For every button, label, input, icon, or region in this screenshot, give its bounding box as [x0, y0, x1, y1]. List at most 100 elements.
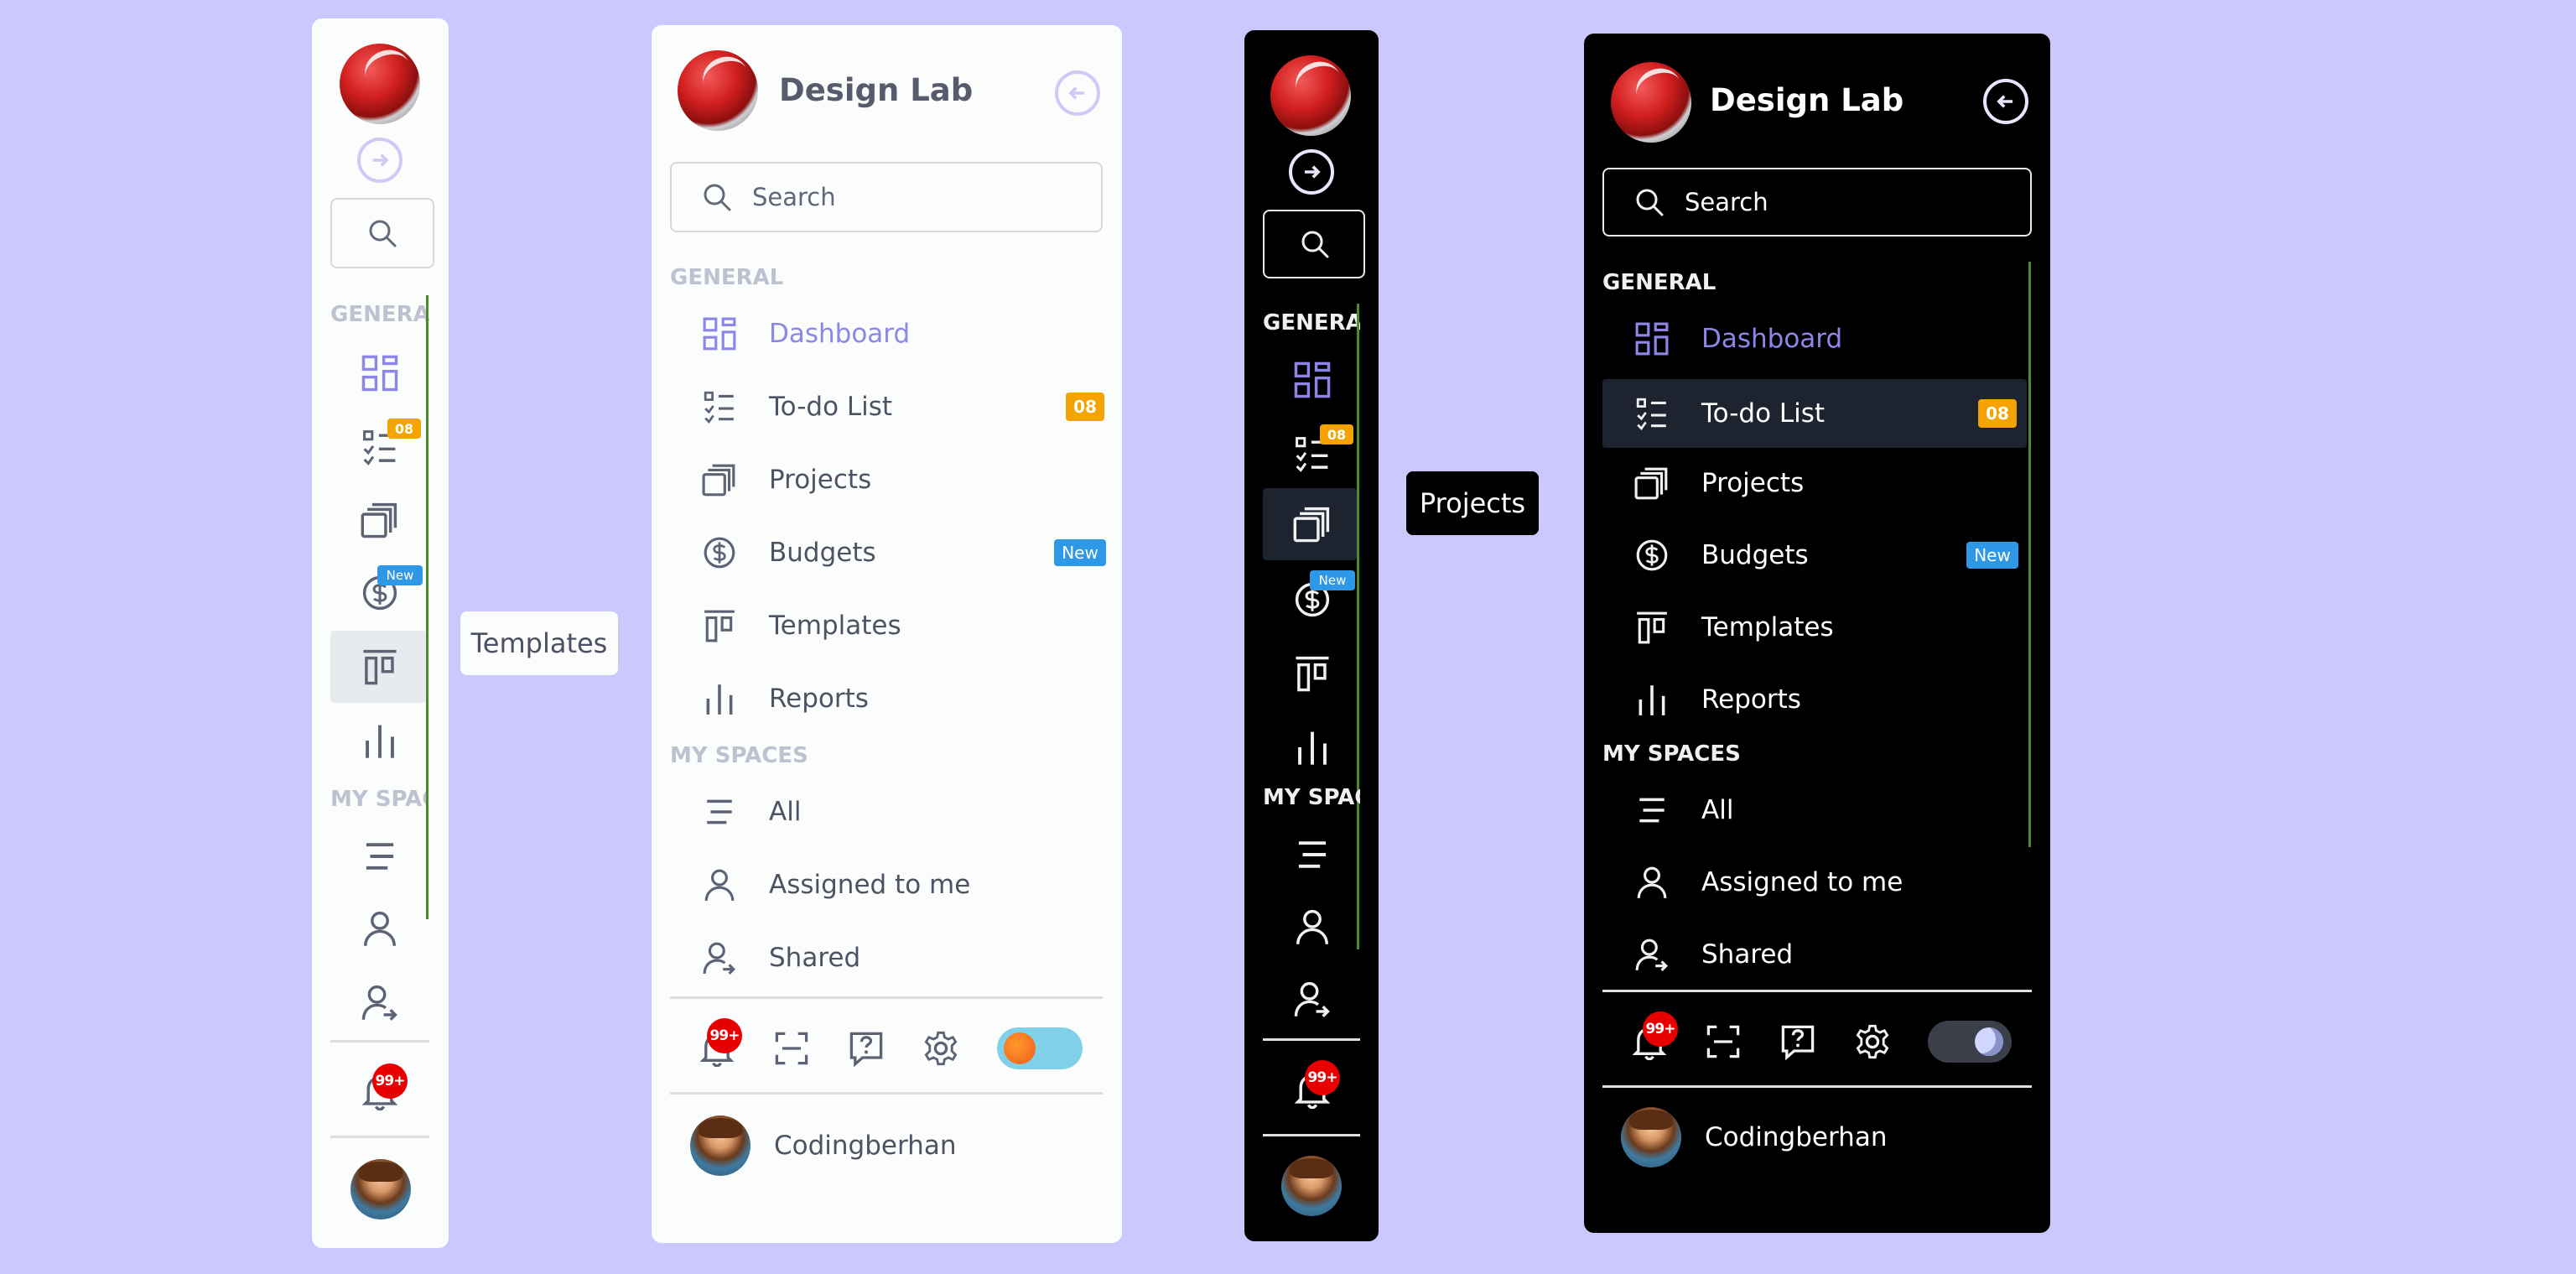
light-expanded-sidebar: Design Lab Search GENERAL Dashboard To-d…: [652, 25, 1122, 1243]
nav-projects[interactable]: [361, 501, 399, 539]
nav-all[interactable]: All: [1602, 778, 2027, 842]
search-input[interactable]: Search: [670, 162, 1103, 232]
search-input[interactable]: Search: [1602, 168, 2032, 237]
settings-icon[interactable]: [922, 1030, 959, 1067]
theme-toggle[interactable]: [997, 1027, 1083, 1069]
nav-all[interactable]: All: [670, 780, 1103, 844]
nav-label: To-do List: [1701, 398, 1826, 429]
nav-shared[interactable]: Shared: [670, 926, 1103, 990]
reports-icon: [361, 721, 399, 760]
nav-todo-list[interactable]: To-do List 08: [1602, 379, 2027, 448]
scrollbar[interactable]: [2028, 262, 2031, 847]
brand-logo[interactable]: [340, 44, 420, 124]
notification-badge: 99+: [707, 1018, 742, 1053]
nav-templates[interactable]: [330, 631, 426, 703]
collapse-toggle-button[interactable]: [1055, 70, 1100, 116]
nav-dashboard[interactable]: Dashboard: [670, 302, 1103, 366]
nav-all[interactable]: [1293, 835, 1332, 874]
section-label-general: GENERAL: [330, 302, 429, 327]
scrollbar[interactable]: [426, 295, 428, 919]
user-avatar[interactable]: [1621, 1107, 1681, 1167]
search-button[interactable]: [330, 198, 434, 268]
nav-dashboard[interactable]: Dashboard: [1602, 307, 2027, 371]
nav-label: Reports: [1701, 684, 1801, 715]
nav-projects[interactable]: [1263, 488, 1357, 560]
help-icon[interactable]: [848, 1030, 885, 1067]
user-avatar[interactable]: [1281, 1156, 1342, 1216]
nav-dashboard[interactable]: [1293, 361, 1332, 399]
help-icon[interactable]: [1779, 1023, 1816, 1060]
theme-toggle[interactable]: [1928, 1021, 2012, 1063]
expand-toggle-button[interactable]: [1289, 149, 1334, 195]
brand-logo[interactable]: [678, 50, 758, 131]
search-placeholder: Search: [1685, 188, 1768, 216]
scan-icon[interactable]: [773, 1030, 810, 1067]
arrow-right-icon: [365, 145, 395, 175]
all-icon: [1634, 793, 1670, 828]
user-avatar[interactable]: [690, 1115, 750, 1176]
moon-icon: [1975, 1027, 2003, 1056]
nav-projects[interactable]: Projects: [670, 448, 1103, 512]
section-label-my-spaces: MY SPACES: [670, 743, 808, 768]
nav-budgets[interactable]: Budgets New: [670, 521, 1106, 585]
nav-reports[interactable]: Reports: [670, 667, 1103, 731]
dashboard-icon: [1634, 321, 1670, 356]
nav-shared[interactable]: [1293, 980, 1332, 1018]
nav-templates[interactable]: [1293, 654, 1332, 693]
user-avatar[interactable]: [351, 1159, 411, 1219]
reports-icon: [1293, 728, 1332, 767]
dark-collapsed-sidebar: GENERAL 08 New MY SPACE 99+: [1244, 30, 1379, 1241]
nav-templates[interactable]: Templates: [1602, 595, 2027, 659]
dark-expanded-sidebar: Design Lab Search GENERAL Dashboard To-d…: [1584, 34, 2050, 1233]
nav-all[interactable]: [361, 837, 399, 876]
user-icon: [1634, 865, 1670, 900]
section-label-general: GENERAL: [1263, 310, 1360, 335]
projects-icon: [361, 501, 399, 539]
reports-icon: [1634, 682, 1670, 717]
collapse-toggle-button[interactable]: [1983, 79, 2028, 124]
search-button[interactable]: [1263, 210, 1365, 278]
brand-logo[interactable]: [1611, 62, 1691, 143]
nav-templates[interactable]: Templates: [670, 594, 1103, 658]
nav-label: Templates: [1701, 612, 1834, 642]
dashboard-icon: [1293, 361, 1332, 399]
scan-icon[interactable]: [1705, 1023, 1742, 1060]
user-name[interactable]: Codingberhan: [1705, 1122, 1887, 1152]
nav-label: Projects: [769, 465, 872, 495]
nav-shared[interactable]: [361, 983, 399, 1022]
settings-icon[interactable]: [1854, 1023, 1891, 1060]
nav-reports[interactable]: [1293, 728, 1332, 767]
nav-assigned[interactable]: [361, 909, 399, 948]
tooltip-templates: Templates: [460, 611, 618, 675]
new-badge: New: [1310, 570, 1355, 590]
nav-shared[interactable]: Shared: [1602, 923, 2027, 986]
nav-label: Assigned to me: [1701, 867, 1903, 897]
expand-toggle-button[interactable]: [357, 138, 402, 183]
nav-todo-list[interactable]: To-do List 08: [670, 375, 1104, 439]
nav-assigned[interactable]: Assigned to me: [1602, 850, 2027, 914]
nav-assigned[interactable]: [1293, 907, 1332, 946]
notification-badge: 99+: [1305, 1060, 1340, 1095]
scrollbar[interactable]: [1357, 304, 1359, 949]
nav-projects[interactable]: Projects: [1602, 451, 2027, 515]
user-name[interactable]: Codingberhan: [774, 1131, 956, 1161]
search-icon: [700, 180, 734, 214]
divider: [330, 1136, 429, 1138]
nav-dashboard[interactable]: [361, 354, 399, 393]
nav-label: Assigned to me: [769, 870, 971, 900]
new-badge: New: [1054, 539, 1106, 566]
nav-budgets[interactable]: Budgets New: [1602, 523, 2027, 587]
divider: [330, 1040, 429, 1043]
budgets-icon: [1634, 538, 1670, 573]
nav-assigned[interactable]: Assigned to me: [670, 853, 1103, 917]
nav-reports[interactable]: [361, 721, 399, 760]
brand-name: Design Lab: [779, 72, 974, 108]
search-icon: [366, 216, 399, 250]
brand-logo[interactable]: [1270, 55, 1351, 136]
all-icon: [361, 837, 399, 876]
section-label-general: GENERAL: [670, 265, 784, 290]
nav-label: All: [1701, 795, 1734, 825]
nav-label: Budgets: [1701, 540, 1809, 570]
projects-icon: [1634, 465, 1670, 501]
nav-reports[interactable]: Reports: [1602, 668, 2027, 731]
